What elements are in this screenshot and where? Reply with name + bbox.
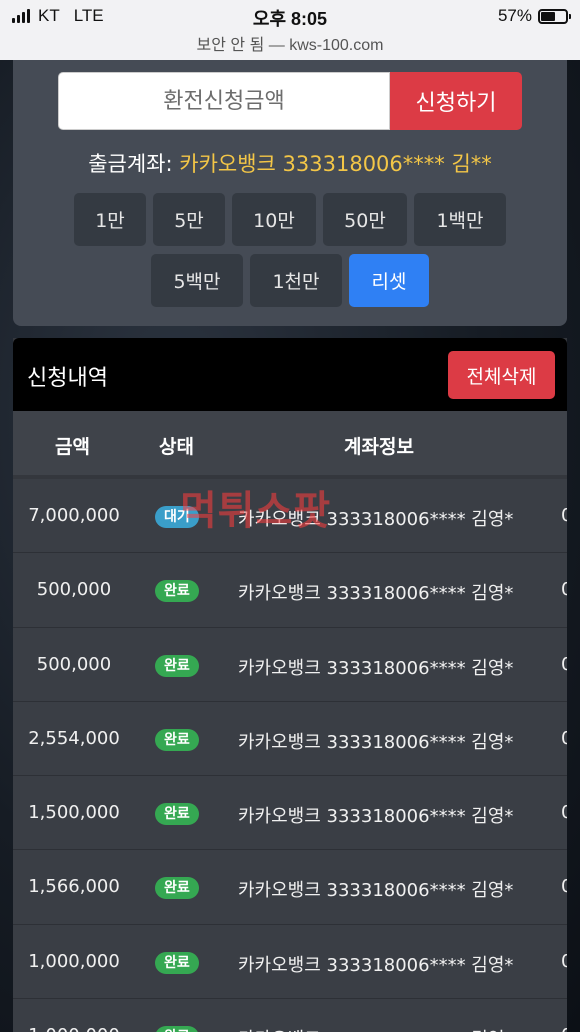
amount-buttons-row-1: 1만 5만 10만 50만 1백만 — [13, 193, 567, 246]
table-row[interactable]: 7,000,000 대기 카카오뱅크 333318006**** 김영* 0 — [13, 479, 567, 554]
battery-icon — [538, 8, 571, 24]
status-badge: 완료 — [155, 654, 199, 677]
amount-row: 신청하기 — [58, 72, 522, 130]
row-extra: 0 — [561, 727, 567, 749]
amount-button-50k[interactable]: 5만 — [153, 193, 225, 246]
row-account: 카카오뱅크 333318006**** 김영* — [238, 583, 514, 605]
amount-button-5m[interactable]: 5백만 — [151, 254, 243, 307]
clock: 오후 8:05 — [252, 9, 328, 29]
amount-button-1m[interactable]: 1백만 — [414, 193, 506, 246]
column-amount: 금액 — [55, 436, 90, 458]
table-body: 7,000,000 대기 카카오뱅크 333318006**** 김영* 0 500,0… — [13, 479, 567, 1032]
row-amount: 1,000,000 — [13, 1025, 135, 1032]
row-account: 카카오뱅크 333318006**** 김영* — [238, 806, 514, 828]
page: KT LTE 오후 8:05 57% 보안 안 됨 — kws-100.com … — [0, 0, 580, 1032]
delete-all-button[interactable]: 전체삭제 — [448, 351, 555, 399]
row-account: 카카오뱅크 333318006**** 김영* — [238, 954, 514, 976]
battery-percent: 57% — [497, 6, 532, 25]
status-badge: 완료 — [155, 728, 199, 751]
status-right: 57% — [497, 6, 571, 26]
history-header: 신청내역 전체삭제 — [13, 338, 567, 411]
row-amount: 1,500,000 — [28, 802, 120, 824]
status-badge: 완료 — [155, 1026, 199, 1032]
status-badge: 완료 — [155, 580, 199, 603]
amount-buttons-row-2: 5백만 1천만 리셋 — [13, 254, 567, 307]
row-amount: 500,000 — [36, 579, 112, 601]
amount-button-10k[interactable]: 1만 — [74, 193, 146, 246]
table-row[interactable]: 2,554,000 완료 카카오뱅크 333318006**** 김영* 0 — [13, 701, 567, 777]
column-status: 상태 — [159, 436, 194, 458]
table-row[interactable]: 500,000 완료 카카오뱅크 333318006**** 김영* 0 — [13, 553, 567, 628]
row-amount: 2,554,000 — [28, 727, 120, 749]
row-extra: 0 — [561, 802, 567, 824]
column-account: 계좌정보 — [344, 436, 414, 458]
row-account: 카카오뱅크 333318006**** 김영* — [238, 657, 514, 679]
withdraw-account-label: 출금계좌: — [88, 152, 180, 176]
row-account: 카카오뱅크 333318006**** 김영* — [238, 509, 514, 530]
row-extra: 0 — [561, 876, 567, 898]
status-badge: 대기 — [155, 506, 199, 528]
history-panel: 신청내역 전체삭제 금액 상태 계좌정보 7,000,000 대기 카카오뱅크 33… — [13, 338, 567, 1032]
table-header: 금액 상태 계좌정보 — [13, 411, 567, 475]
amount-button-100k[interactable]: 10만 — [232, 193, 316, 246]
amount-button-10m[interactable]: 1천만 — [250, 254, 342, 307]
row-extra: 0 — [561, 579, 567, 601]
reset-button[interactable]: 리셋 — [349, 254, 429, 307]
table-row[interactable]: 1,000,000 완료 카카오뱅크 333318006**** 김영* 0 — [13, 999, 567, 1032]
withdraw-account-value: 카카오뱅크 333318006**** 김** — [179, 152, 492, 176]
table-row[interactable]: 1,500,000 완료 카카오뱅크 333318006**** 김영* 0 — [13, 776, 567, 851]
amount-input[interactable] — [58, 72, 390, 130]
status-bar: KT LTE 오후 8:05 57% 보안 안 됨 — kws-100.com — [0, 0, 580, 60]
row-account: 카카오뱅크 333318006**** 김영* — [238, 880, 514, 902]
url-bar[interactable]: 보안 안 됨 — kws-100.com — [0, 31, 580, 55]
status-badge: 완료 — [155, 803, 199, 826]
table-row[interactable]: 1,000,000 완료 카카오뱅크 333318006**** 김영* 0 — [13, 924, 567, 1000]
row-amount: 1,566,000 — [28, 876, 120, 898]
table-row[interactable]: 500,000 완료 카카오뱅크 333318006**** 김영* 0 — [13, 627, 567, 702]
row-account: 카카오뱅크 333318006**** 김영* — [238, 731, 514, 753]
apply-button[interactable]: 신청하기 — [390, 72, 522, 130]
row-amount: 500,000 — [36, 653, 112, 675]
withdraw-account: 출금계좌: 카카오뱅크 333318006**** 김** — [13, 148, 567, 178]
row-amount: 1,000,000 — [28, 950, 120, 972]
table-row[interactable]: 1,566,000 완료 카카오뱅크 333318006**** 김영* 0 — [13, 850, 567, 925]
row-amount: 7,000,000 — [28, 505, 120, 526]
row-account: 카카오뱅크 333318006**** 김영* — [238, 1025, 513, 1032]
row-extra: 0 — [561, 505, 567, 526]
row-extra: 0 — [561, 653, 567, 675]
history-title: 신청내역 — [27, 366, 108, 391]
status-badge: 완료 — [155, 951, 199, 974]
row-extra: 0 — [561, 1025, 567, 1032]
row-extra: 0 — [561, 950, 567, 972]
amount-button-500k[interactable]: 50만 — [323, 193, 407, 246]
exchange-form: 신청하기 출금계좌: 카카오뱅크 333318006**** 김** 1만 5만… — [13, 60, 567, 326]
status-badge: 완료 — [155, 877, 199, 900]
